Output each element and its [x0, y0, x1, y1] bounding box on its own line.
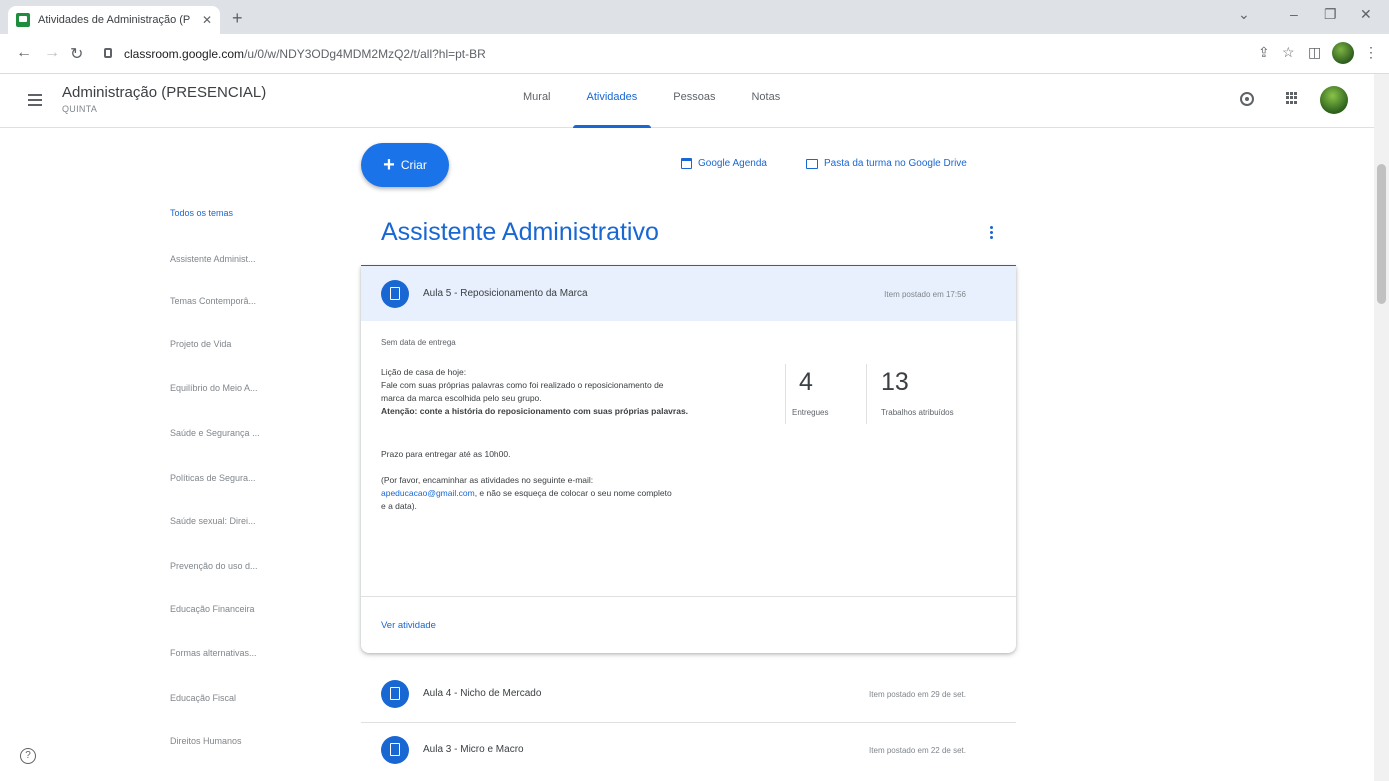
- topic-item[interactable]: Equilíbrio do Meio A...: [170, 383, 258, 393]
- instr-line: Prazo para entregar até as 10h00.: [381, 449, 511, 459]
- assignment-icon: [381, 736, 409, 764]
- back-arrow-icon[interactable]: ←: [16, 44, 32, 62]
- classroom-header: Administração (PRESENCIAL) QUINTA Mural …: [0, 74, 1374, 128]
- topic-item[interactable]: Temas Contemporâ...: [170, 296, 256, 306]
- browser-tab-strip: Atividades de Administração (P ✕ + ⌄ – ❐…: [0, 0, 1389, 34]
- instr-line: Fale com suas próprias palavras como foi…: [381, 380, 664, 390]
- tab-search-icon[interactable]: ⌄: [1238, 6, 1250, 23]
- drive-label: Pasta da turma no Google Drive: [824, 158, 967, 169]
- tab-close-icon[interactable]: ✕: [202, 13, 212, 27]
- view-assignment-link[interactable]: Ver atividade: [381, 620, 436, 631]
- tab-title: Atividades de Administração (P: [38, 14, 191, 26]
- bookmark-star-icon[interactable]: ☆: [1282, 44, 1295, 61]
- due-date-text: Sem data de entrega: [381, 338, 456, 347]
- tab-mural[interactable]: Mural: [505, 74, 569, 128]
- scrollbar-thumb[interactable]: [1377, 164, 1386, 304]
- reload-icon[interactable]: ↻: [70, 44, 83, 64]
- url-text: classroom.google.com/u/0/w/NDY3ODg4MDM2M…: [124, 47, 486, 61]
- assigned-count[interactable]: 13: [881, 368, 909, 397]
- browser-toolbar: ← → ↻ classroom.google.com/u/0/w/NDY3ODg…: [0, 34, 1389, 74]
- share-icon[interactable]: ⇪: [1258, 44, 1270, 61]
- help-icon[interactable]: ?: [20, 748, 36, 764]
- assignment-title: Aula 5 - Reposicionamento da Marca: [423, 288, 588, 299]
- class-subtitle: QUINTA: [62, 104, 98, 114]
- assignment-icon: [381, 680, 409, 708]
- topic-item-all[interactable]: Todos os temas: [170, 208, 233, 218]
- user-avatar[interactable]: [1320, 86, 1348, 114]
- class-nav-tabs: Mural Atividades Pessoas Notas: [505, 74, 798, 128]
- assignment-row[interactable]: Aula 4 - Nicho de Mercado Item postado e…: [361, 668, 1016, 720]
- assignment-row[interactable]: Aula 3 - Micro e Macro Item postado em 2…: [361, 724, 1016, 776]
- assigned-label: Trabalhos atribuídos: [881, 408, 954, 417]
- address-bar[interactable]: classroom.google.com/u/0/w/NDY3ODg4MDM2M…: [96, 40, 1236, 68]
- turned-in-count[interactable]: 4: [799, 368, 813, 397]
- instr-line: (Por favor, encaminhar as atividades no …: [381, 475, 594, 485]
- stats-divider: [866, 364, 867, 424]
- browser-menu-icon[interactable]: ⋮: [1364, 44, 1378, 61]
- topic-item[interactable]: Políticas de Segura...: [170, 473, 256, 483]
- instr-line-bold: Atenção: conte a história do reposiciona…: [381, 406, 689, 416]
- more-options-icon[interactable]: [990, 226, 994, 241]
- forward-arrow-icon[interactable]: →: [44, 44, 60, 62]
- topic-item[interactable]: Assistente Administ...: [170, 254, 256, 264]
- topic-item[interactable]: Projeto de Vida: [170, 339, 231, 349]
- browser-tab[interactable]: Atividades de Administração (P ✕: [8, 6, 220, 34]
- new-tab-button[interactable]: +: [232, 8, 243, 29]
- tab-pessoas[interactable]: Pessoas: [655, 74, 733, 128]
- close-window-button[interactable]: ✕: [1360, 6, 1372, 23]
- topic-item[interactable]: Educação Financeira: [170, 604, 255, 614]
- settings-gear-icon[interactable]: [1240, 92, 1254, 106]
- topic-item[interactable]: Direitos Humanos: [170, 736, 242, 746]
- card-divider: [361, 596, 1016, 597]
- assignment-icon: [381, 280, 409, 308]
- instr-text: , e não se esqueça de colocar o seu nome…: [474, 488, 672, 498]
- plus-icon: +: [383, 154, 395, 176]
- class-name[interactable]: Administração (PRESENCIAL): [62, 84, 266, 101]
- tab-atividades[interactable]: Atividades: [569, 74, 656, 128]
- main-menu-icon[interactable]: [28, 94, 42, 109]
- stats-divider: [785, 364, 786, 424]
- assignment-title: Aula 4 - Nicho de Mercado: [423, 688, 542, 699]
- classroom-favicon-icon: [16, 13, 30, 27]
- topic-item[interactable]: Saúde sexual: Direi...: [170, 516, 256, 526]
- apps-grid-icon[interactable]: [1286, 92, 1298, 104]
- page-scrollbar[interactable]: [1374, 74, 1389, 781]
- drive-folder-icon: [806, 158, 818, 169]
- create-label: Criar: [400, 158, 427, 172]
- instr-line: apeducacao@gmail.com, e não se esqueça d…: [381, 487, 776, 500]
- maximize-button[interactable]: ❐: [1324, 6, 1337, 23]
- assignment-card-expanded: Aula 5 - Reposicionamento da Marca Item …: [361, 266, 1016, 653]
- side-panel-icon[interactable]: ◫: [1308, 44, 1321, 61]
- assignment-instructions: Lição de casa de hoje: Fale com suas pró…: [381, 366, 776, 513]
- topic-item[interactable]: Educação Fiscal: [170, 693, 236, 703]
- instr-line: e a data).: [381, 501, 417, 511]
- calendar-icon: [681, 158, 692, 169]
- assignment-posted-date: Item postado em 17:56: [884, 290, 966, 299]
- turned-in-label: Entregues: [792, 408, 829, 417]
- assignment-posted-date: Item postado em 22 de set.: [869, 746, 966, 755]
- drive-folder-link[interactable]: Pasta da turma no Google Drive: [806, 158, 967, 169]
- instr-line: marca da marca escolhida pelo seu grupo.: [381, 393, 542, 403]
- topic-title: Assistente Administrativo: [381, 218, 659, 246]
- lock-icon: [104, 48, 112, 58]
- row-divider: [361, 722, 1016, 723]
- assignment-posted-date: Item postado em 29 de set.: [869, 690, 966, 699]
- browser-profile-avatar[interactable]: [1332, 42, 1354, 64]
- email-link[interactable]: apeducacao@gmail.com: [381, 488, 475, 498]
- tab-notas[interactable]: Notas: [733, 74, 798, 128]
- instr-line: Lição de casa de hoje:: [381, 367, 467, 377]
- google-calendar-link[interactable]: Google Agenda: [681, 158, 767, 169]
- assignment-title: Aula 3 - Micro e Macro: [423, 744, 524, 755]
- minimize-button[interactable]: –: [1290, 6, 1298, 22]
- topic-item[interactable]: Saúde e Segurança ...: [170, 428, 260, 438]
- create-button[interactable]: + Criar: [361, 143, 449, 187]
- assignment-header[interactable]: Aula 5 - Reposicionamento da Marca Item …: [361, 266, 1016, 321]
- topic-item[interactable]: Formas alternativas...: [170, 648, 257, 658]
- calendar-label: Google Agenda: [698, 158, 767, 169]
- topic-item[interactable]: Prevenção do uso d...: [170, 561, 258, 571]
